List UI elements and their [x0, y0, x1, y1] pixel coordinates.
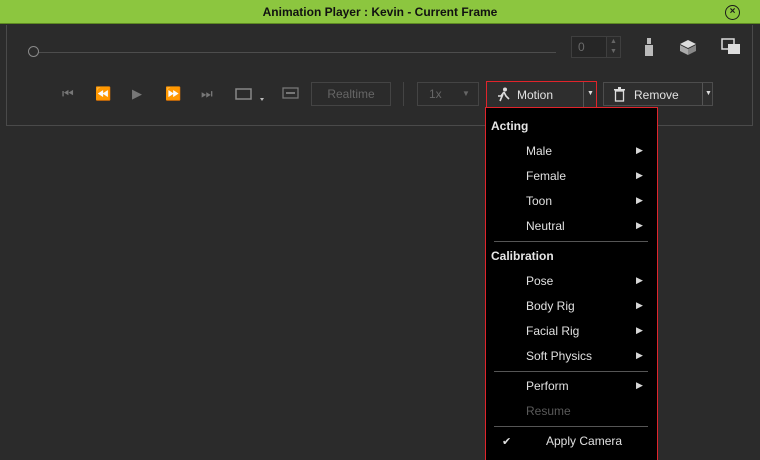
- menu-section-acting: Acting: [491, 119, 529, 133]
- menu-item-apply-camera[interactable]: Apply Camera: [546, 434, 622, 448]
- menu-item-soft-physics[interactable]: Soft Physics: [526, 349, 592, 363]
- submenu-arrow-icon: ▶: [636, 275, 643, 285]
- window-titlebar: Animation Player : Kevin - Current Frame…: [0, 0, 760, 24]
- submenu-arrow-icon: ▶: [636, 300, 643, 310]
- menu-item-resume: Resume: [526, 404, 571, 418]
- speed-select[interactable]: 1x ▼: [417, 82, 479, 106]
- trash-icon: [614, 87, 625, 102]
- menu-item-male[interactable]: Male: [526, 144, 552, 158]
- close-icon[interactable]: ×: [725, 5, 740, 20]
- menu-item-neutral[interactable]: Neutral: [526, 219, 565, 233]
- character-figure-icon[interactable]: [642, 37, 656, 57]
- speed-select-value: 1x: [429, 87, 442, 101]
- menu-item-facial-rig[interactable]: Facial Rig: [526, 324, 579, 338]
- chevron-down-icon: ▼: [462, 89, 470, 98]
- window-title: Animation Player : Kevin - Current Frame: [262, 5, 498, 19]
- rewind-icon[interactable]: ⏪: [95, 86, 111, 102]
- fast-forward-icon[interactable]: ⏩: [165, 86, 181, 102]
- remove-button[interactable]: Remove ▼: [603, 82, 713, 106]
- timeline-slider-handle[interactable]: [28, 46, 39, 57]
- skip-to-end-icon[interactable]: ⏭: [201, 86, 213, 102]
- frame-number-input[interactable]: 0: [571, 36, 607, 58]
- detach-window-icon[interactable]: [721, 38, 741, 55]
- toolbar-divider: [403, 82, 404, 106]
- submenu-arrow-icon: ▶: [636, 220, 643, 230]
- realtime-button[interactable]: Realtime: [311, 82, 391, 106]
- running-figure-icon: [498, 87, 510, 102]
- remove-button-label: Remove: [634, 88, 679, 102]
- frame-spinner[interactable]: ▲ ▼: [607, 36, 621, 58]
- submenu-arrow-icon: ▶: [636, 325, 643, 335]
- menu-item-body-rig[interactable]: Body Rig: [526, 299, 575, 313]
- submenu-arrow-icon: ▶: [636, 195, 643, 205]
- skip-to-start-icon[interactable]: ⏮: [62, 86, 74, 102]
- menu-separator: [494, 371, 648, 372]
- cube-pickup-icon[interactable]: [677, 38, 699, 56]
- submenu-arrow-icon: ▶: [636, 170, 643, 180]
- motion-button-label: Motion: [517, 88, 554, 102]
- menu-item-toon[interactable]: Toon: [526, 194, 552, 208]
- motion-button[interactable]: Motion ▼: [486, 81, 597, 108]
- menu-separator: [494, 241, 648, 242]
- timeline-slider[interactable]: [34, 52, 556, 53]
- motion-dropdown-arrow-icon[interactable]: ▼: [587, 90, 594, 97]
- menu-item-perform[interactable]: Perform: [526, 379, 569, 393]
- subtitle-icon[interactable]: [282, 87, 300, 101]
- menu-item-pose[interactable]: Pose: [526, 274, 553, 288]
- motion-button-divider: [583, 82, 584, 107]
- submenu-arrow-icon: ▶: [636, 350, 643, 360]
- submenu-arrow-icon: ▶: [636, 380, 643, 390]
- play-icon[interactable]: ▶: [132, 86, 142, 102]
- menu-item-female[interactable]: Female: [526, 169, 566, 183]
- menu-separator: [494, 426, 648, 427]
- checkmark-icon: ✔: [502, 436, 512, 448]
- submenu-arrow-icon: ▶: [636, 145, 643, 155]
- remove-dropdown-arrow-icon[interactable]: ▼: [705, 90, 712, 97]
- loop-icon[interactable]: [235, 86, 265, 104]
- motion-dropdown-menu: Acting Male ▶ Female ▶ Toon ▶ Neutral ▶ …: [485, 107, 658, 460]
- menu-section-calibration: Calibration: [491, 249, 554, 263]
- remove-button-divider: [702, 83, 703, 105]
